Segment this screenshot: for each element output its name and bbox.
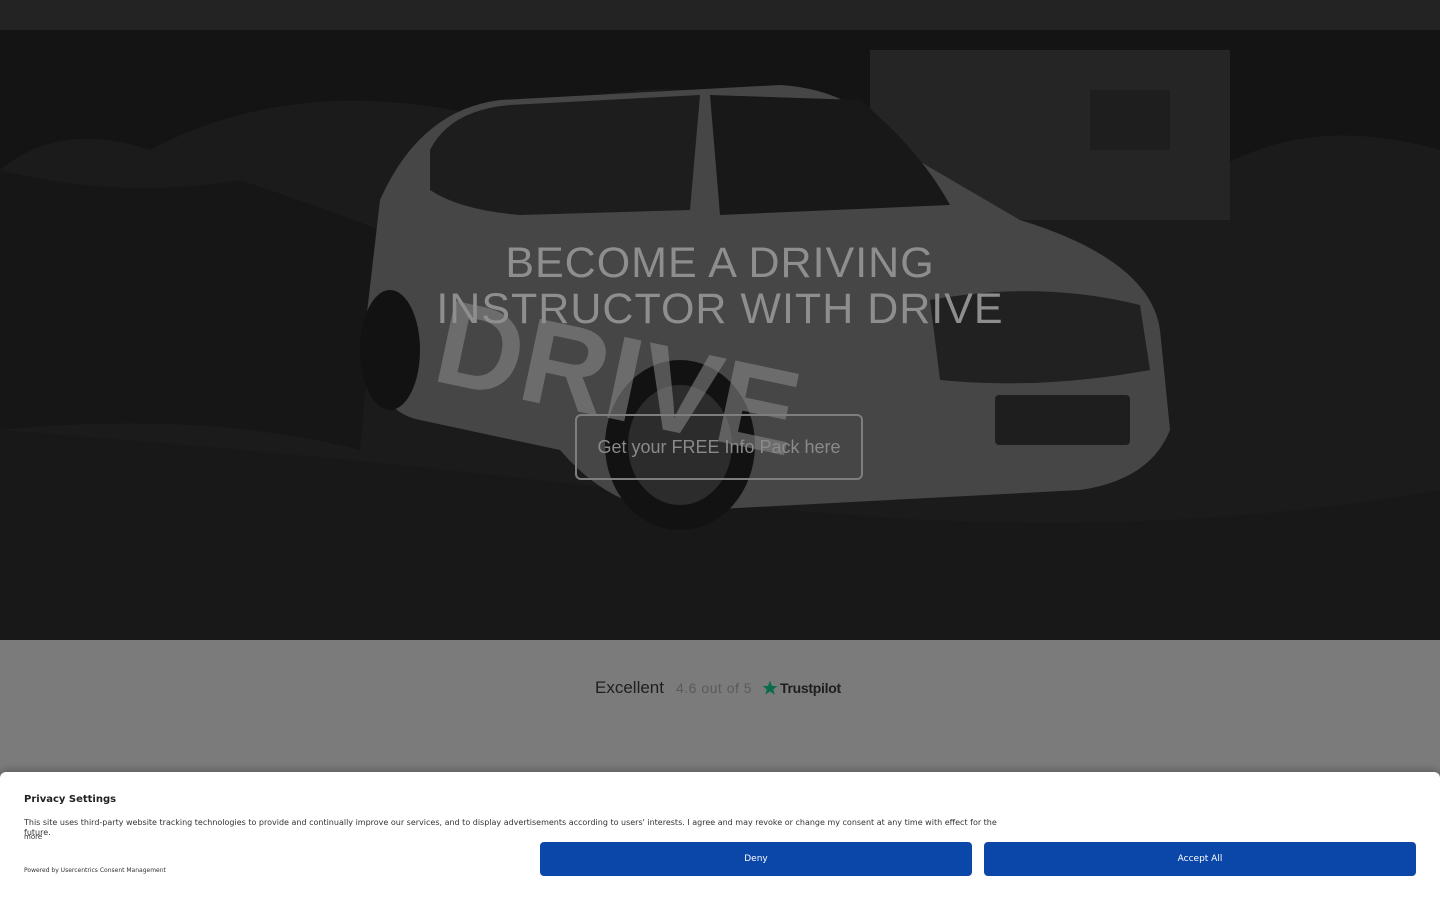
hero-title-line1: BECOME A DRIVING [505,239,935,287]
consent-powered-by[interactable]: Powered by Usercentrics Consent Manageme… [24,867,166,874]
consent-banner: Privacy Settings This site uses third-pa… [0,772,1440,900]
review-section [0,640,1440,772]
hero-title: BECOME A DRIVING INSTRUCTOR WITH DRIVE [0,240,1440,332]
hero-title-line2: INSTRUCTOR WITH DRIVE [436,285,1004,333]
consent-text: This site uses third-party website track… [24,818,997,837]
hero-section: DRIVE BECOME A DRIVING INSTRUCTOR WITH D… [0,30,1440,640]
trustpilot-brand: Trustpilot [780,680,841,696]
consent-more-link[interactable]: more [24,833,42,841]
trustpilot-score: 4.6 out of 5 [675,680,753,696]
trustpilot-star-icon [762,680,778,695]
free-info-pack-button[interactable]: Get your FREE Info Pack here [575,414,863,480]
consent-title: Privacy Settings [24,794,117,805]
trustpilot-widget[interactable]: Excellent 4.6 out of 5 Trustpilot [595,676,841,700]
top-nav-bar [0,0,1440,30]
deny-button[interactable]: Deny [540,842,972,876]
hero-background-image: DRIVE [0,30,1440,640]
accept-all-button[interactable]: Accept All [984,842,1416,876]
trustpilot-rating-word: Excellent [595,678,664,697]
